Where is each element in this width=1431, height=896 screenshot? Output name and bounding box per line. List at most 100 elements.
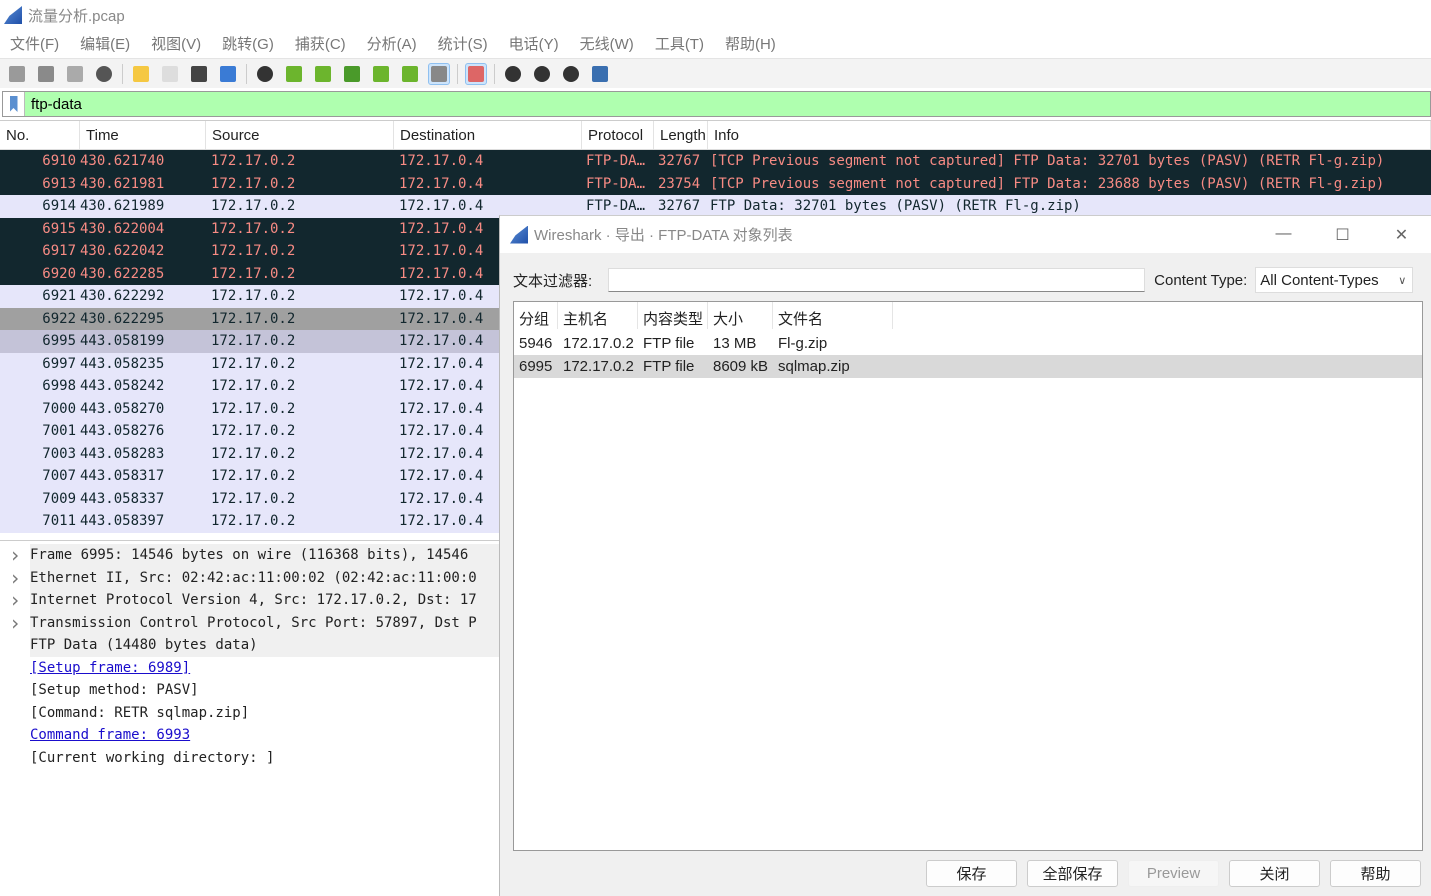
menu-item[interactable]: 捕获(C): [295, 33, 346, 54]
packet-src: 172.17.0.2: [211, 445, 296, 462]
wireshark-logo-icon: [4, 6, 22, 24]
column-header[interactable]: 分组: [514, 302, 558, 329]
packet-src: 172.17.0.2: [211, 333, 296, 350]
packet-len: 32767: [658, 153, 701, 170]
maximize-icon[interactable]: ☐: [1313, 225, 1372, 245]
text-filter-input[interactable]: [608, 268, 1146, 292]
colorize-button[interactable]: [465, 62, 487, 85]
packet-time: 443.058276: [80, 423, 165, 440]
packet-no: 6997: [42, 355, 76, 372]
save-button[interactable]: 保存: [926, 860, 1017, 887]
close-button[interactable]: 关闭: [1229, 860, 1320, 887]
detail-row[interactable]: › Internet Protocol Version 4, Src: 172.1…: [0, 589, 499, 612]
column-header[interactable]: No.: [0, 121, 80, 149]
menu-item[interactable]: 工具(T): [655, 33, 704, 54]
detail-text: [Setup method: PASV]: [30, 682, 499, 698]
column-header[interactable]: 大小: [708, 302, 773, 329]
packet-time: 430.622285: [80, 265, 165, 282]
restart-capture-icon: [67, 65, 83, 82]
object-row[interactable]: 5946 172.17.0.2 FTP file 13 MB Fl-g.zip: [514, 332, 1422, 355]
chevron-right-icon: ›: [8, 611, 22, 635]
menu-item[interactable]: 跳转(G): [222, 33, 274, 54]
column-header[interactable]: 主机名: [558, 302, 638, 329]
menu-item[interactable]: 视图(V): [151, 33, 201, 54]
reload-file-button[interactable]: [217, 63, 239, 85]
column-header[interactable]: Time: [80, 121, 206, 149]
detail-label: Ethernet II, Src: 02:42:ac:11:00:02 (02:…: [30, 569, 477, 586]
column-header[interactable]: 文件名: [773, 302, 893, 329]
objects-table: 分组 主机名 内容类型 大小 文件名 5946 172.17.0.2 FTP file 13 …: [513, 301, 1423, 851]
menu-item[interactable]: 帮助(H): [725, 33, 776, 54]
content-type-select[interactable]: All Content-Types ∨: [1255, 267, 1414, 293]
packet-time: 443.058337: [80, 490, 165, 507]
open-file-button[interactable]: [130, 63, 152, 85]
save-file-icon: [162, 65, 178, 82]
detail-label: [Current working directory: ]: [30, 749, 275, 766]
go-to-packet-button[interactable]: [341, 63, 363, 85]
help-button[interactable]: 帮助: [1330, 860, 1421, 887]
detail-link[interactable]: Command frame: 6993: [30, 727, 190, 743]
minimize-icon[interactable]: —: [1254, 225, 1313, 245]
close-file-button[interactable]: [188, 63, 210, 85]
detail-row: [Current working directory: ]: [0, 747, 499, 770]
last-packet-button[interactable]: [399, 63, 421, 85]
column-header[interactable]: 内容类型: [638, 302, 708, 329]
detail-row[interactable]: [Setup frame: 6989]: [0, 657, 499, 680]
zoom-out-icon: [534, 65, 550, 82]
detail-row[interactable]: Command frame: 6993: [0, 724, 499, 747]
column-header[interactable]: Source: [206, 121, 394, 149]
go-to-packet-icon: [344, 65, 360, 82]
find-packet-button[interactable]: [254, 63, 276, 85]
bookmark-icon[interactable]: [3, 92, 25, 116]
zoom-in-button[interactable]: [502, 63, 524, 85]
save-all-button[interactable]: 全部保存: [1027, 860, 1118, 887]
resize-columns-button[interactable]: [589, 63, 611, 85]
detail-row[interactable]: › Transmission Control Protocol, Src Port…: [0, 611, 499, 635]
chevron-right-icon: ›: [8, 566, 22, 590]
menu-item[interactable]: 分析(A): [367, 33, 417, 54]
start-capture-button[interactable]: [6, 63, 28, 85]
detail-link[interactable]: [Setup frame: 6989]: [30, 660, 190, 676]
capture-options-icon: [96, 65, 112, 82]
detail-text[interactable]: Command frame: 6993: [30, 727, 499, 743]
main-toolbar: [0, 58, 1431, 88]
restart-capture-button[interactable]: [64, 63, 86, 85]
menu-item[interactable]: 编辑(E): [80, 33, 130, 54]
content-type-value: All Content-Types: [1260, 271, 1379, 289]
column-header[interactable]: Destination: [394, 121, 582, 149]
packet-row[interactable]: 6913 430.621981 172.17.0.2 172.17.0.4 FTP-DA…: [0, 172, 1431, 195]
packet-no: 6917: [42, 243, 76, 260]
zoom-reset-button[interactable]: [560, 63, 582, 85]
detail-row[interactable]: › Ethernet II, Src: 02:42:ac:11:00:02 (02…: [0, 566, 499, 590]
zoom-out-button[interactable]: [531, 63, 553, 85]
packet-no: 6920: [42, 265, 76, 282]
packet-time: 443.058270: [80, 400, 165, 417]
menu-item[interactable]: 电话(Y): [509, 33, 559, 54]
stop-capture-button[interactable]: [35, 63, 57, 85]
detail-label: Internet Protocol Version 4, Src: 172.17…: [30, 592, 477, 609]
packet-no: 7000: [42, 400, 76, 417]
capture-options-button[interactable]: [93, 63, 115, 85]
display-filter-input[interactable]: [25, 95, 1405, 113]
column-header[interactable]: Info: [708, 121, 1431, 149]
packet-row[interactable]: 6910 430.621740 172.17.0.2 172.17.0.4 FTP-DA…: [0, 150, 1431, 173]
detail-label: [Command: RETR sqlmap.zip]: [30, 704, 250, 721]
menu-item[interactable]: 统计(S): [438, 33, 488, 54]
save-file-button[interactable]: [159, 63, 181, 85]
column-header[interactable]: Protocol: [582, 121, 654, 149]
go-back-button[interactable]: [283, 63, 305, 85]
menu-item[interactable]: 无线(W): [580, 33, 634, 54]
resize-columns-icon: [592, 65, 608, 82]
preview-button[interactable]: Preview: [1128, 860, 1219, 887]
column-header[interactable]: Length: [654, 121, 708, 149]
packet-src: 172.17.0.2: [211, 243, 296, 260]
go-forward-button[interactable]: [312, 63, 334, 85]
first-packet-button[interactable]: [370, 63, 392, 85]
close-icon[interactable]: ✕: [1372, 225, 1431, 245]
chevron-right-icon: ›: [8, 589, 22, 612]
detail-row[interactable]: › Frame 6995: 14546 bytes on wire (116368…: [0, 544, 499, 567]
detail-text[interactable]: [Setup frame: 6989]: [30, 660, 499, 676]
auto-scroll-button[interactable]: [428, 62, 450, 85]
object-row[interactable]: 6995 172.17.0.2 FTP file 8609 kB sqlmap.zip: [514, 355, 1422, 378]
menu-item[interactable]: 文件(F): [10, 33, 59, 54]
